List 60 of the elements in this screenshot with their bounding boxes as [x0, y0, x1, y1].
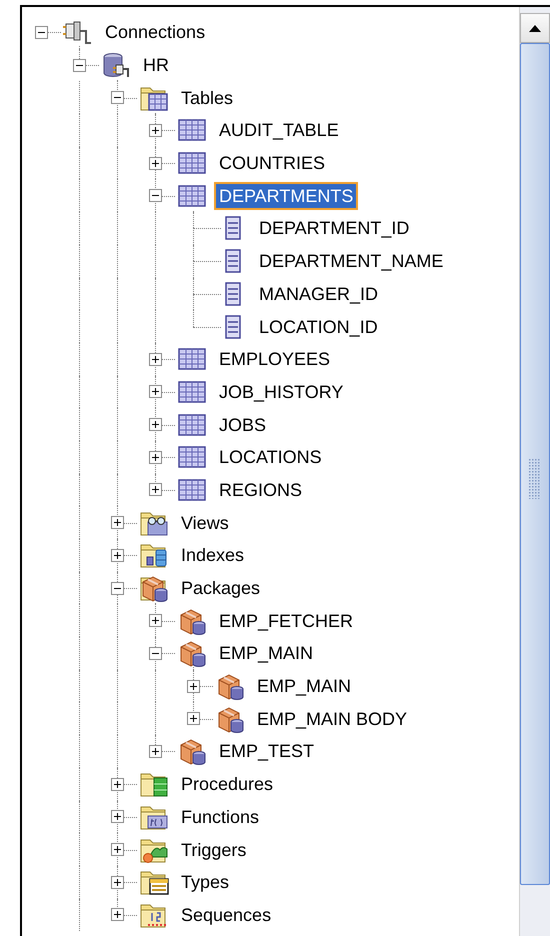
tree-toggle[interactable]	[149, 189, 162, 202]
tree-item[interactable]: Triggers	[176, 836, 252, 864]
tree-toggle[interactable]	[111, 582, 124, 595]
tree-item[interactable]: EMPLOYEES	[214, 345, 336, 374]
tree-toggle[interactable]	[111, 516, 124, 530]
tree-item[interactable]: Procedures	[176, 770, 278, 798]
tree-item[interactable]: Types	[176, 868, 234, 896]
tree-item[interactable]: COUNTRIES	[214, 149, 330, 178]
database-icon	[101, 51, 131, 80]
tree-toggle[interactable]	[149, 352, 162, 366]
column-icon	[224, 249, 242, 274]
up-arrow-icon	[529, 24, 541, 32]
tree-toggle[interactable]	[111, 778, 124, 791]
tree-item[interactable]: EMP_MAIN	[252, 672, 356, 700]
tree-toggle[interactable]	[149, 385, 162, 398]
tree-toggle[interactable]	[149, 418, 162, 432]
tree-toggle[interactable]	[111, 876, 124, 889]
tree-item[interactable]: EMP_TEST	[214, 737, 320, 766]
tree-toggle[interactable]	[187, 712, 200, 726]
tree-item[interactable]: EMP_FETCHER	[214, 606, 358, 635]
scroll-up-button[interactable]	[520, 13, 550, 43]
tree-toggle[interactable]	[111, 908, 124, 922]
tree-item[interactable]: Connections	[100, 18, 210, 46]
tree-item[interactable]: Packages	[176, 574, 266, 602]
tree-item[interactable]: LOCATIONS	[214, 443, 327, 472]
tree-item[interactable]: Tables	[176, 84, 238, 112]
tree-item[interactable]: DEPARTMENT_NAME	[254, 247, 448, 276]
tree-toggle[interactable]	[35, 26, 48, 39]
tree-item[interactable]: LOCATION_ID	[254, 312, 383, 341]
tree-toggle[interactable]	[149, 614, 162, 628]
grip-icon	[529, 459, 541, 499]
tree-toggle[interactable]	[149, 744, 162, 758]
tree-toggle[interactable]	[149, 450, 162, 464]
column-icon	[224, 282, 242, 306]
tree-toggle[interactable]	[111, 91, 124, 104]
tree-item[interactable]: DEPARTMENTS	[214, 182, 358, 210]
tree-item[interactable]: JOBS	[214, 410, 272, 439]
tree-toggle[interactable]	[187, 680, 200, 693]
tree-item[interactable]: DEPARTMENT_ID	[254, 214, 414, 242]
tree-item[interactable]: REGIONS	[214, 476, 308, 504]
tree-item[interactable]: EMP_MAIN BODY	[252, 704, 412, 733]
tree-toggle[interactable]	[149, 124, 162, 137]
tree-toggle[interactable]	[149, 646, 162, 660]
tree-item[interactable]: Sequences	[176, 900, 276, 929]
tree-toggle[interactable]	[111, 810, 124, 824]
tree-item[interactable]: AUDIT_TABLE	[214, 116, 344, 144]
column-icon	[224, 216, 242, 240]
tree-toggle[interactable]	[111, 843, 124, 856]
tree-item[interactable]: Views	[176, 508, 234, 537]
tree-item[interactable]: MANAGER_ID	[254, 280, 384, 308]
tree-item[interactable]: Indexes	[176, 541, 250, 570]
tree-toggle[interactable]	[111, 548, 124, 562]
column-icon	[224, 314, 242, 339]
tree-item[interactable]: EMP_MAIN	[214, 639, 318, 668]
tree-item[interactable]: JOB_HISTORY	[214, 378, 348, 406]
tree-toggle[interactable]	[149, 156, 162, 170]
tree-item[interactable]: Functions	[176, 802, 264, 831]
tree-item[interactable]: HR	[138, 51, 174, 80]
tree-toggle[interactable]	[149, 483, 162, 496]
tree-toggle[interactable]	[73, 58, 86, 72]
